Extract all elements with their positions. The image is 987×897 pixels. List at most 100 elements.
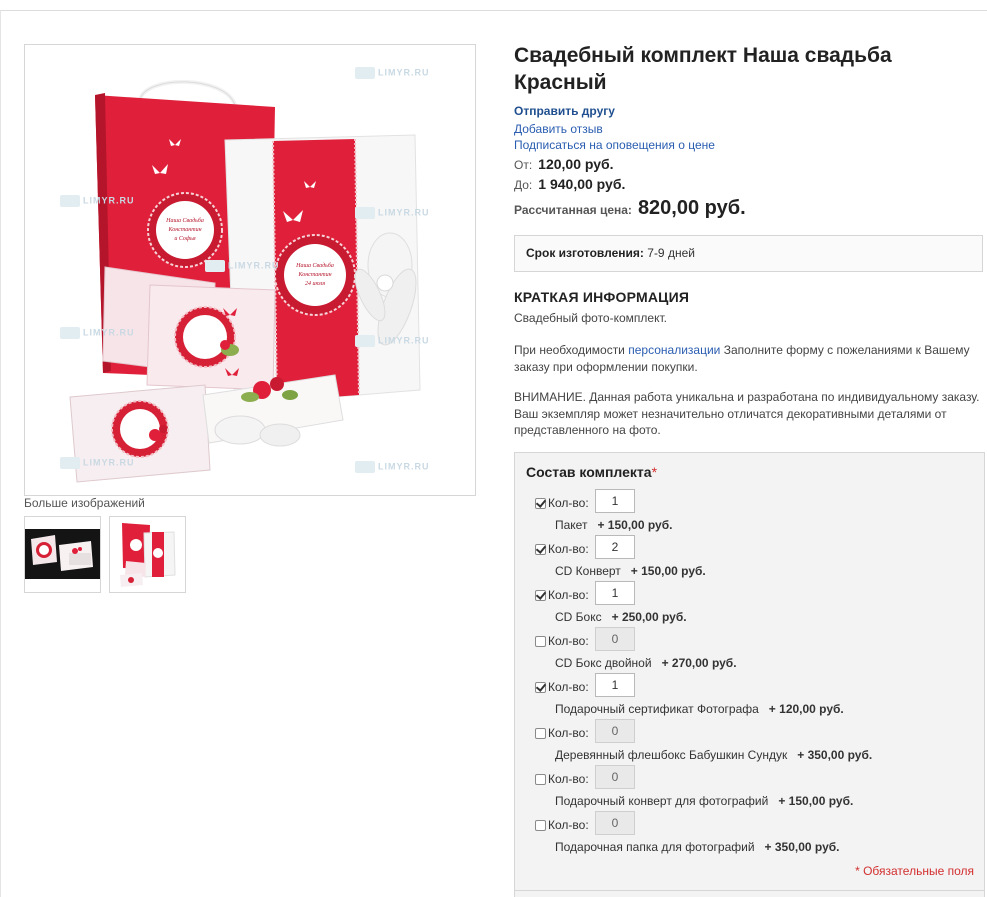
kit-item-name: Подарочный конверт для фотографий + 150,0… [555,794,853,808]
qty-input[interactable] [595,719,635,743]
attention-paragraph: ВНИМАНИЕ. Данная работа уникальна и разр… [514,390,980,437]
calculated-price: Рассчитанная цена: 820,00 руб. [514,197,746,220]
kit-item: Кол-во: Подарочный сертификат Фотографа + … [535,673,975,724]
bag-card-text-3: и Софья [174,235,196,242]
qty-label: Кол-во: [548,634,589,648]
kit-composition-panel: Состав комплекта* Кол-во: Пакет + 150,00 р… [514,452,985,897]
price-from-value: 120,00 руб. [538,156,614,172]
kit-item-name: Пакет + 150,00 руб. [555,518,672,532]
personalization-paragraph: При необходимости персонализации Заполни… [514,342,984,375]
qty-label: Кол-во: [548,496,589,510]
kit-item-price: + 150,00 руб. [778,794,854,808]
qty-input[interactable] [595,535,635,559]
kit-item-title: CD Конверт [555,564,621,578]
left-border [0,10,1,897]
kit-item-checkbox[interactable] [535,820,546,831]
kit-item-title: CD Бокс двойной [555,656,652,670]
kit-item-title: Пакет [555,518,588,532]
kit-title: Состав комплекта* [526,464,657,480]
kit-item-price: + 150,00 руб. [630,564,706,578]
kit-item-checkbox[interactable] [535,728,546,739]
top-border [0,10,987,11]
qty-input[interactable] [595,811,635,835]
calculated-price-label: Рассчитанная цена: [514,203,632,217]
kit-item: Кол-во: Пакет + 150,00 руб. [535,489,975,540]
product-title-line-2: Красный [514,71,607,94]
product-title-line-1: Свадебный комплект Наша свадьба [514,44,892,67]
thumbnail-1[interactable] [24,516,101,593]
kit-item-checkbox[interactable] [535,498,546,509]
watermark: LIMYR.RU [205,260,280,272]
box-card-text-1: Наша Свадьба [295,262,334,269]
thumbnail-2-image [120,523,176,587]
kit-item-price: + 270,00 руб. [661,656,737,670]
kit-item-name: Подарочный сертификат Фотографа + 120,00 … [555,702,844,716]
panel-divider [515,890,984,891]
watermark: LIMYR.RU [60,327,135,339]
kit-item: Кол-во: Подарочная папка для фотографий + … [535,811,975,862]
required-asterisk: * [651,464,658,480]
kit-item-checkbox[interactable] [535,774,546,785]
kit-item-checkbox[interactable] [535,682,546,693]
kit-item: Кол-во: Подарочный конверт для фотографий… [535,765,975,816]
kit-item: Кол-во: Деревянный флешбокс Бабушкин Сунд… [535,719,975,770]
qty-label: Кол-во: [548,542,589,556]
qty-input[interactable] [595,765,635,789]
price-alert-link[interactable]: Подписаться на оповещения о цене [514,138,715,152]
send-to-friend-link[interactable]: Отправить другу [514,104,615,118]
kit-item: Кол-во: CD Бокс + 250,00 руб. [535,581,975,632]
kit-item-title: Подарочный конверт для фотографий [555,794,769,808]
calculated-price-value: 820,00 руб. [637,197,746,219]
kit-item-name: CD Бокс + 250,00 руб. [555,610,687,624]
kit-item-price: + 250,00 руб. [611,610,687,624]
production-term-box: Срок изготовления: 7-9 дней [514,235,983,272]
kit-item-price: + 350,00 руб. [797,748,873,762]
personalization-text-before: При необходимости [514,343,629,357]
more-images-label: Больше изображений [24,496,145,510]
kit-item-title: Подарочная папка для фотографий [555,840,755,854]
kit-item-price: + 350,00 руб. [764,840,840,854]
watermark: LIMYR.RU [60,457,135,469]
kit-item-name: Деревянный флешбокс Бабушкин Сундук + 350… [555,748,872,762]
kit-item-checkbox[interactable] [535,636,546,647]
kit-item: Кол-во: CD Бокс двойной + 270,00 руб. [535,627,975,678]
price-to: До: 1 940,00 руб. [514,176,625,192]
qty-label: Кол-во: [548,680,589,694]
thumbnail-1-image [25,529,100,579]
kit-item-name: CD Бокс двойной + 270,00 руб. [555,656,737,670]
qty-label: Кол-во: [548,818,589,832]
main-product-image[interactable]: Наша Свадьба Константин и Софья Наша Сва… [24,44,476,496]
price-to-label: До: [514,178,533,192]
watermark: LIMYR.RU [355,207,430,219]
qty-label: Кол-во: [548,588,589,602]
required-fields-note: * Обязательные поля [855,864,974,878]
kit-item-title: Деревянный флешбокс Бабушкин Сундук [555,748,788,762]
thumbnail-2[interactable] [109,516,186,593]
kit-item-name: CD Конверт + 150,00 руб. [555,564,706,578]
bag-card-text-2: Константин [167,227,201,233]
personalization-link[interactable]: персонализации [628,343,720,357]
box-card-text-2: Константин [297,272,331,278]
watermark: LIMYR.RU [355,67,430,79]
watermark: LIMYR.RU [60,195,135,207]
kit-item-title: CD Бокс [555,610,602,624]
box-card-text-3: 24 июля [305,280,325,287]
kit-item: Кол-во: CD Конверт + 150,00 руб. [535,535,975,586]
kit-item-checkbox[interactable] [535,544,546,555]
price-from: От: 120,00 руб. [514,156,614,172]
price-to-value: 1 940,00 руб. [538,176,626,192]
kit-item-checkbox[interactable] [535,590,546,601]
add-review-link[interactable]: Добавить отзыв [514,122,603,136]
bag-card-text-1: Наша Свадьба [165,217,204,224]
production-term-label: Срок изготовления: [526,246,644,260]
watermark: LIMYR.RU [355,335,430,347]
qty-input[interactable] [595,627,635,651]
product-title: Свадебный комплект Наша свадьба Красный [514,42,944,96]
short-info-heading: КРАТКАЯ ИНФОРМАЦИЯ [514,289,690,305]
qty-input[interactable] [595,489,635,513]
kit-item-name: Подарочная папка для фотографий + 350,00 … [555,840,840,854]
qty-input[interactable] [595,673,635,697]
watermark: LIMYR.RU [355,461,430,473]
qty-input[interactable] [595,581,635,605]
production-term-value: 7-9 дней [647,246,695,260]
